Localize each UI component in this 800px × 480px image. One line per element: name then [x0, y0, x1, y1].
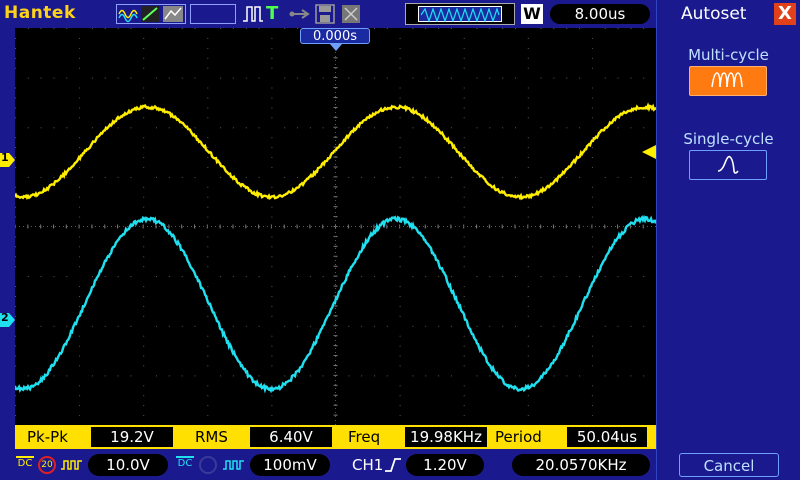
freq-value: 19.98KHz — [405, 427, 487, 447]
ch1-scale[interactable]: 10.0V — [88, 454, 168, 476]
status-bar: DC 20 10.0V DC 100mV CH1 1.20V 20.0570KH… — [0, 450, 656, 480]
single-cycle-wave-icon — [690, 151, 766, 179]
trigger-source[interactable]: CH1 — [352, 454, 383, 476]
display-mode-icons[interactable] — [116, 4, 186, 24]
pkpk-value: 19.2V — [91, 427, 173, 447]
freq-label: Freq — [348, 425, 380, 449]
waveform-canvas — [15, 28, 656, 425]
trigger-time-label: 0.000s — [300, 28, 370, 44]
multi-cycle-wave-icon — [690, 67, 766, 95]
panel-header: Autoset X — [657, 0, 800, 28]
ch2-level-marker[interactable]: 2 — [0, 312, 15, 326]
multi-cycle-label: Multi-cycle — [657, 46, 800, 64]
pkpk-label: Pk-Pk — [27, 425, 68, 449]
trigger-edge-icon[interactable] — [383, 457, 403, 477]
period-value: 50.04us — [567, 427, 647, 447]
ch1-coupling[interactable]: DC — [16, 454, 34, 476]
trigger-level-arrow[interactable] — [642, 145, 656, 159]
single-cycle-button[interactable] — [689, 150, 767, 180]
panel-title: Autoset — [681, 0, 746, 28]
rms-value: 6.40V — [250, 427, 332, 447]
trigger-frequency: 20.0570KHz — [512, 454, 650, 476]
ch1-level-marker[interactable]: 1 — [0, 152, 15, 166]
brand-logo: Hantek — [4, 3, 76, 23]
horizontal-position-indicator[interactable] — [405, 3, 515, 25]
single-cycle-label: Single-cycle — [657, 130, 800, 148]
ch2-bandwidth-limit-icon[interactable] — [199, 456, 217, 474]
trigger-position-arrow — [330, 44, 342, 52]
measurement-bar: Pk-Pk 19.2V RMS 6.40V Freq 19.98KHz Peri… — [15, 425, 656, 449]
timebase-display[interactable]: 8.00us — [550, 4, 650, 24]
autoset-panel: Autoset X Multi-cycle Single-cycle Cance… — [656, 0, 800, 480]
ch2-coupling[interactable]: DC — [176, 454, 194, 476]
ch1-waveform-icon — [60, 457, 84, 477]
pulse-icon — [242, 4, 264, 24]
usb-icon — [288, 4, 312, 24]
top-toolbar: Hantek T W 8.00us — [0, 0, 656, 28]
cancel-button[interactable]: Cancel — [679, 453, 779, 477]
ch2-waveform-icon — [222, 457, 246, 477]
rms-label: RMS — [195, 425, 228, 449]
save-icon[interactable] — [315, 4, 337, 24]
trigger-level[interactable]: 1.20V — [406, 454, 484, 476]
window-zoom-button[interactable]: W — [521, 4, 543, 24]
trigger-icon[interactable]: T — [266, 4, 284, 24]
period-label: Period — [495, 425, 542, 449]
multi-cycle-button[interactable] — [689, 66, 767, 96]
grid-icon[interactable] — [341, 4, 361, 24]
ch2-scale[interactable]: 100mV — [250, 454, 330, 476]
blank-indicator — [190, 4, 236, 24]
waveform-display[interactable]: 0.000s — [15, 28, 656, 425]
close-button[interactable]: X — [774, 3, 796, 25]
ch1-bandwidth-limit-icon[interactable]: 20 — [38, 456, 56, 474]
